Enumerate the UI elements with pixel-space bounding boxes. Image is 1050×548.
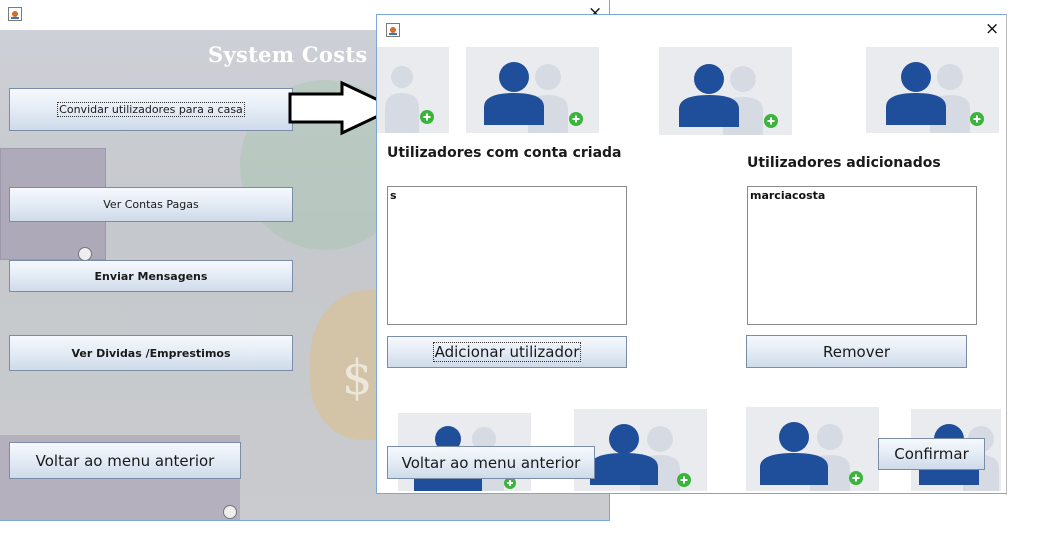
- java-app-icon: [8, 7, 22, 21]
- send-messages-label: Enviar Mensagens: [94, 269, 208, 283]
- close-icon[interactable]: ×: [985, 21, 999, 38]
- remove-user-label: Remover: [822, 342, 891, 361]
- view-debts-label: Ver Dividas /Emprestimos: [71, 346, 231, 360]
- added-users-heading: Utilizadores adicionados: [747, 155, 941, 171]
- back-to-menu-label: Voltar ao menu anterior: [401, 453, 581, 472]
- radio-circle: [78, 247, 92, 261]
- list-item[interactable]: marciacosta: [750, 189, 974, 203]
- list-item[interactable]: s: [390, 189, 624, 203]
- remove-user-button[interactable]: Remover: [746, 335, 967, 368]
- invite-users-window: × Utilizadores com conta criada Utilizad…: [376, 14, 1007, 494]
- app-title: System Costs: [208, 42, 368, 67]
- send-messages-button[interactable]: Enviar Mensagens: [9, 260, 293, 292]
- back-to-menu-button[interactable]: Voltar ao menu anterior: [9, 442, 241, 479]
- radio-circle: [223, 505, 237, 519]
- add-user-icon: [866, 47, 999, 133]
- add-user-button[interactable]: Adicionar utilizador: [387, 336, 627, 368]
- money-bag-dollar-icon: $: [342, 350, 373, 406]
- view-paid-bills-label: Ver Contas Pagas: [103, 198, 199, 211]
- view-debts-button[interactable]: Ver Dividas /Emprestimos: [9, 335, 293, 371]
- add-user-label: Adicionar utilizador: [432, 342, 582, 362]
- java-app-icon: [386, 23, 400, 37]
- add-user-icon: [466, 47, 599, 133]
- add-user-icon: [659, 47, 792, 135]
- confirm-button[interactable]: Confirmar: [878, 438, 985, 470]
- back-to-menu-button[interactable]: Voltar ao menu anterior: [387, 446, 595, 479]
- invite-users-button[interactable]: Convidar utilizadores para a casa: [9, 88, 293, 131]
- add-user-icon: [377, 47, 449, 133]
- back-to-menu-label: Voltar ao menu anterior: [35, 451, 215, 470]
- add-user-icon: [746, 407, 879, 491]
- confirm-label: Confirmar: [894, 445, 969, 463]
- added-users-list[interactable]: marciacosta: [747, 186, 977, 325]
- invite-users-label: Convidar utilizadores para a casa: [57, 102, 245, 117]
- window-edge: [1006, 14, 1007, 495]
- created-users-list[interactable]: s: [387, 186, 627, 325]
- view-paid-bills-button[interactable]: Ver Contas Pagas: [9, 187, 293, 222]
- created-users-heading: Utilizadores com conta criada: [387, 145, 622, 161]
